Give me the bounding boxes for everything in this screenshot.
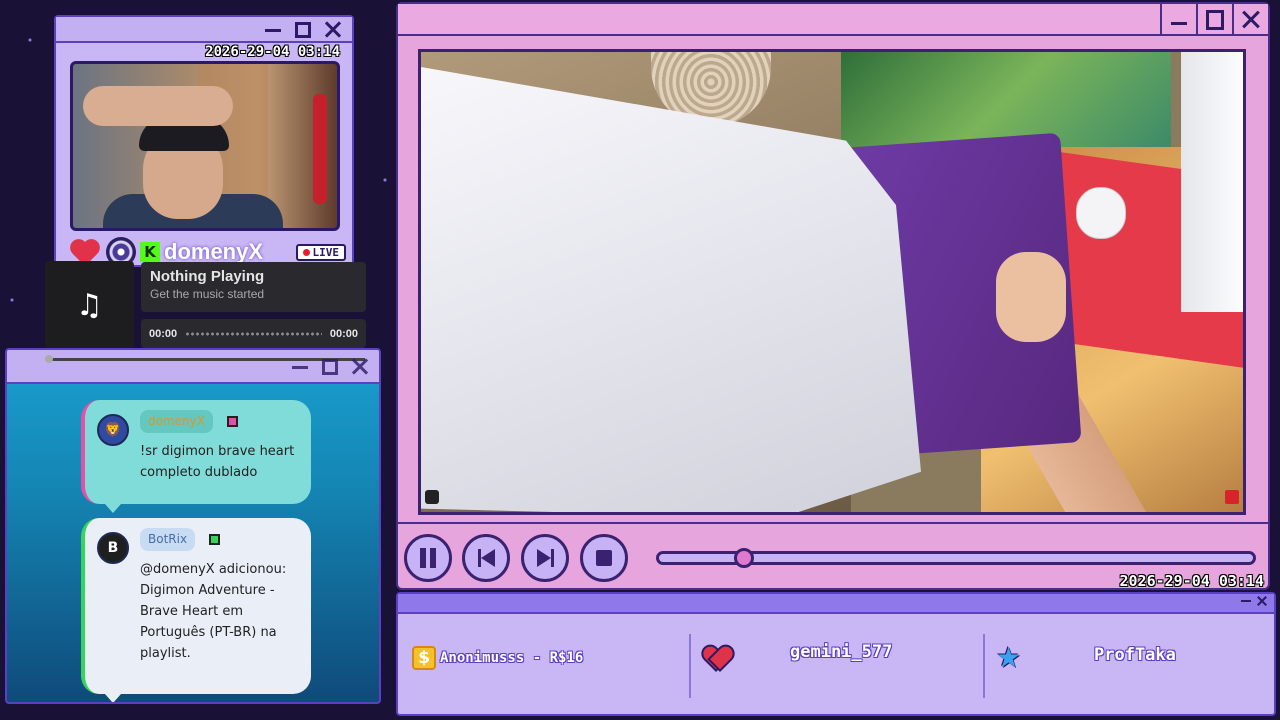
player-timestamp: 2026-29-04 03:14: [1119, 572, 1265, 590]
webcam-feed: [70, 61, 340, 231]
stop-icon: [596, 550, 612, 566]
lion-avatar: 🦁: [97, 414, 129, 446]
music-subtitle: Get the music started: [150, 287, 265, 301]
latest-donation: $ Anonimusss - R$16: [412, 628, 583, 688]
latest-follower: gemini_577: [702, 628, 982, 688]
maximize-icon[interactable]: [292, 19, 314, 41]
subscriber-name: ProfTaka: [1094, 645, 1176, 665]
webcam-window: 2026-29-04 03:14 K domenyX LIVE: [54, 15, 354, 267]
camera-icon: [425, 490, 439, 504]
live-label: LIVE: [312, 245, 340, 259]
star-icon: ★: [996, 641, 1022, 674]
music-note-icon: ♫: [76, 287, 103, 323]
maximize-icon[interactable]: [319, 356, 341, 378]
minimize-icon[interactable]: [262, 19, 284, 41]
music-current-time: 00:00: [149, 327, 178, 340]
chat-message: B BotRix @domenyX adicionou: Digimon Adv…: [81, 518, 311, 694]
events-window-controls: [1240, 595, 1268, 607]
kick-logo-icon: K: [140, 242, 160, 262]
close-icon[interactable]: [1256, 595, 1268, 607]
webcam-window-controls: [262, 19, 344, 41]
previous-button[interactable]: [462, 534, 510, 582]
music-info: Nothing Playing Get the music started: [141, 262, 366, 312]
chat-message-text: @domenyX adicionou: Digimon Adventure - …: [140, 562, 287, 661]
maximize-icon[interactable]: [1196, 4, 1232, 36]
events-window: $ Anonimusss - R$16 gemini_577 ★ ProfTak…: [396, 592, 1276, 716]
chat-titlebar: [7, 350, 379, 384]
close-icon[interactable]: [322, 19, 344, 41]
bubble-tail: [105, 694, 121, 702]
video-frame[interactable]: [418, 49, 1246, 515]
chat-username: domenyX: [140, 410, 213, 433]
music-title: Nothing Playing: [150, 268, 265, 285]
next-icon: [537, 549, 554, 567]
music-total-time: 00:00: [329, 327, 358, 340]
player-window-controls: [1160, 4, 1268, 36]
latest-subscriber: ★ ProfTaka: [996, 628, 1266, 688]
brand-logo-icon: [1225, 490, 1239, 504]
chat-message-text: !sr digimon brave heart completo dublado: [140, 444, 295, 480]
player-window: 2026-29-04 03:14: [396, 2, 1270, 590]
event-separator: [983, 634, 985, 698]
chat-username: BotRix: [140, 528, 196, 551]
donation-text: Anonimusss - R$16: [440, 650, 584, 666]
chat-message: 🦁 domenyX !sr digimon brave heart comple…: [81, 400, 311, 504]
seek-knob[interactable]: [733, 548, 754, 568]
webcam-timestamp: 2026-29-04 03:14: [205, 44, 340, 60]
player-titlebar: [398, 4, 1268, 36]
events-titlebar: [398, 594, 1274, 614]
minimize-icon[interactable]: [1160, 4, 1196, 36]
pause-button[interactable]: [404, 534, 452, 582]
chat-badge-icon: [227, 416, 239, 427]
seek-bar[interactable]: [656, 548, 1256, 568]
controls-divider: [398, 522, 1268, 524]
live-badge: LIVE: [295, 243, 346, 261]
event-separator: [689, 634, 691, 698]
close-icon[interactable]: [349, 356, 371, 378]
live-dot-icon: [302, 248, 310, 256]
next-button[interactable]: [521, 534, 569, 582]
dollar-icon: $: [412, 646, 436, 670]
follower-name: gemini_577: [790, 642, 893, 662]
webcam-titlebar: [56, 17, 352, 43]
close-icon[interactable]: [1232, 4, 1268, 36]
botrix-avatar: B: [97, 532, 129, 564]
music-progress: 00:00 00:00: [141, 319, 366, 348]
music-thumbnail: ♫: [45, 261, 134, 349]
chat-window-controls: [289, 356, 371, 378]
previous-icon: [478, 549, 495, 567]
heart-icon: [702, 645, 730, 671]
chat-titlebar-knob: [45, 355, 53, 363]
chat-window: 🦁 domenyX !sr digimon brave heart comple…: [5, 348, 381, 704]
minimize-icon[interactable]: [1240, 595, 1252, 607]
music-progress-track: [185, 330, 322, 337]
chat-badge-icon: [209, 534, 221, 545]
bubble-tail: [105, 504, 121, 513]
pause-icon: [418, 548, 438, 568]
minimize-icon[interactable]: [289, 356, 311, 378]
stop-button[interactable]: [580, 534, 628, 582]
